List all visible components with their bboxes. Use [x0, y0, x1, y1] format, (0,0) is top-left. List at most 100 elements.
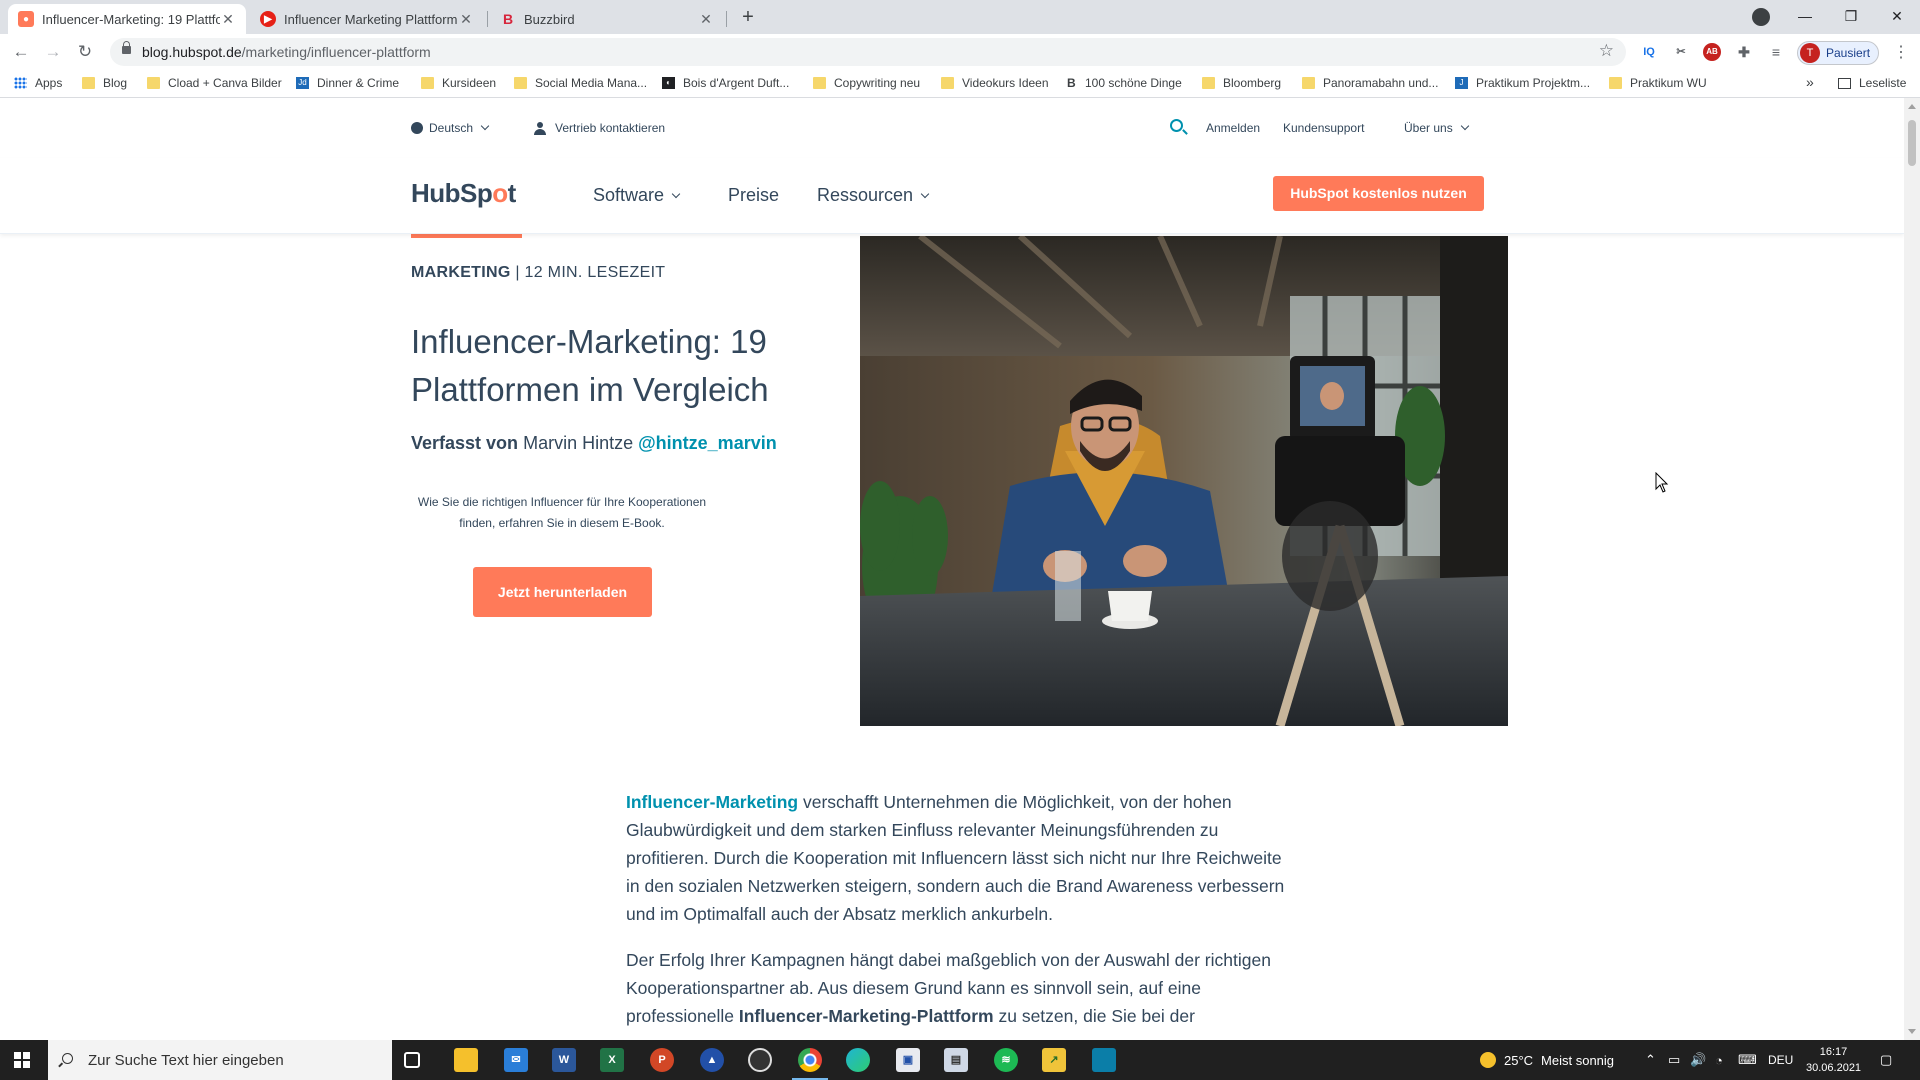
new-tab-button[interactable]: +: [736, 5, 760, 29]
weather-widget[interactable]: 25°C Meist sonnig: [1480, 1040, 1614, 1080]
bookmark-folder[interactable]: Videokurs Ideen: [941, 76, 1049, 90]
word-icon[interactable]: W: [552, 1048, 576, 1072]
web-page: Deutsch Vertrieb kontaktieren Anmelden K…: [0, 98, 1904, 1040]
byline-prefix: Verfasst von: [411, 433, 519, 453]
about-dropdown[interactable]: Über uns: [1404, 121, 1469, 135]
forward-arrow-icon[interactable]: →: [41, 40, 65, 64]
back-arrow-icon[interactable]: ←: [9, 40, 33, 64]
support-link[interactable]: Kundensupport: [1283, 121, 1364, 135]
media-control-icon[interactable]: ≡: [1767, 43, 1785, 61]
taskbar-search-input[interactable]: Zur Suche Text hier eingeben: [48, 1040, 392, 1080]
address-bar[interactable]: blog.hubspot.de/marketing/influencer-pla…: [110, 38, 1626, 66]
mouse-cursor-icon: [1655, 472, 1669, 493]
volume-icon[interactable]: 🔊: [1690, 1040, 1706, 1080]
restore-button[interactable]: ❐: [1828, 0, 1874, 34]
search-placeholder: Zur Suche Text hier eingeben: [88, 1051, 284, 1069]
file-explorer-icon[interactable]: [454, 1048, 478, 1072]
close-tab-icon[interactable]: ✕: [698, 11, 714, 28]
spotify-icon[interactable]: ≋: [994, 1048, 1018, 1072]
task-view-icon[interactable]: [404, 1052, 420, 1068]
apps-grid-icon: [14, 77, 27, 89]
folder-icon: [1609, 77, 1622, 89]
article-category[interactable]: MARKETING: [411, 264, 511, 281]
tab-search-icon[interactable]: [1752, 8, 1770, 26]
obs-icon[interactable]: [748, 1048, 772, 1072]
more-bookmarks-button[interactable]: »: [1806, 74, 1814, 90]
login-link[interactable]: Anmelden: [1206, 121, 1260, 135]
bookmark-link[interactable]: Jd Dinner & Crime: [296, 76, 399, 90]
minimize-button[interactable]: —: [1782, 0, 1828, 34]
tab-title: Influencer Marketing Plattform u: [284, 11, 458, 27]
folder-icon: [147, 77, 160, 89]
nav-software[interactable]: Software: [593, 185, 681, 206]
bookmark-folder[interactable]: Social Media Mana...: [514, 76, 647, 90]
nav-pricing[interactable]: Preise: [728, 185, 779, 206]
close-tab-icon[interactable]: ✕: [458, 11, 474, 28]
adblock-extension-icon[interactable]: AB: [1703, 43, 1721, 61]
browser-tab-active[interactable]: ● Influencer-Marketing: 19 Plattfor ✕: [8, 4, 246, 34]
bookmark-link[interactable]: B 100 schöne Dinge: [1067, 76, 1182, 90]
bookmark-apps[interactable]: Apps: [14, 76, 62, 90]
mail-icon[interactable]: ✉: [504, 1048, 528, 1072]
close-tab-icon[interactable]: ✕: [220, 11, 236, 28]
bookmark-link[interactable]: J Praktikum Projektm...: [1455, 76, 1590, 90]
browser-tab[interactable]: ▶ Influencer Marketing Plattform u ✕: [250, 4, 484, 34]
contact-sales-link[interactable]: Vertrieb kontaktieren: [534, 121, 665, 135]
bookmark-star-icon[interactable]: ☆: [1599, 41, 1614, 61]
tab-divider: [726, 11, 727, 27]
input-language[interactable]: DEU: [1768, 1040, 1793, 1080]
reload-icon[interactable]: ↻: [73, 40, 97, 64]
page-scrollbar[interactable]: [1904, 98, 1920, 1040]
scroll-up-arrow-icon[interactable]: [1908, 104, 1916, 109]
scrollbar-thumb[interactable]: [1908, 120, 1916, 166]
notifications-icon[interactable]: ▢: [1880, 1040, 1892, 1080]
nav-resources[interactable]: Ressourcen: [817, 185, 930, 206]
bookmark-folder[interactable]: Praktikum WU: [1609, 76, 1707, 90]
app-icon[interactable]: ▲: [700, 1048, 724, 1072]
bookmark-folder[interactable]: Cload + Canva Bilder: [147, 76, 282, 90]
download-ebook-button[interactable]: Jetzt herunterladen: [473, 567, 652, 617]
keyboard-icon[interactable]: ⌨: [1738, 1040, 1757, 1080]
tray-chevron-icon[interactable]: ⌃: [1645, 1040, 1656, 1080]
system-clock[interactable]: 16:17 30.06.2021: [1806, 1044, 1861, 1076]
language-selector[interactable]: Deutsch: [411, 121, 490, 135]
close-window-button[interactable]: ✕: [1874, 0, 1920, 34]
url-text[interactable]: blog.hubspot.de/marketing/influencer-pla…: [142, 44, 431, 60]
influencer-marketing-link[interactable]: Influencer-Marketing: [626, 792, 798, 812]
edge-icon[interactable]: [846, 1048, 870, 1072]
meet-now-icon[interactable]: ▭: [1668, 1040, 1680, 1080]
app-icon[interactable]: [1092, 1048, 1116, 1072]
notepad-icon[interactable]: ▤: [944, 1048, 968, 1072]
browser-menu-icon[interactable]: ⋮: [1893, 42, 1909, 62]
bookmark-folder[interactable]: Panoramabahn und...: [1302, 76, 1438, 90]
hubspot-logo[interactable]: HubSpot: [411, 178, 516, 209]
reading-list-button[interactable]: Leseliste: [1838, 76, 1906, 90]
network-icon[interactable]: ◔: [1715, 1040, 1723, 1080]
logo-text: HubSp: [411, 178, 493, 208]
free-trial-button[interactable]: HubSpot kostenlos nutzen: [1273, 176, 1484, 211]
profile-button[interactable]: T Pausiert: [1797, 41, 1879, 65]
buzzbird-favicon-icon: B: [502, 11, 514, 27]
bookmark-folder[interactable]: Copywriting neu: [813, 76, 920, 90]
bookmark-folder[interactable]: Blog: [82, 76, 127, 90]
bookmark-folder[interactable]: Bloomberg: [1202, 76, 1281, 90]
chrome-icon[interactable]: [792, 1048, 828, 1080]
search-icon: [62, 1053, 73, 1064]
search-icon[interactable]: [1170, 119, 1183, 132]
app-icon[interactable]: ▣: [896, 1048, 920, 1072]
author-twitter-link[interactable]: @hintze_marvin: [638, 433, 777, 453]
bookmark-folder[interactable]: Kursideen: [421, 76, 496, 90]
chart-app-icon[interactable]: ↗: [1042, 1048, 1066, 1072]
windows-start-icon[interactable]: [14, 1052, 30, 1068]
scroll-down-arrow-icon[interactable]: [1908, 1029, 1916, 1034]
bookmark-link[interactable]: ◐ Bois d'Argent Duft...: [662, 76, 789, 90]
excel-icon[interactable]: X: [600, 1048, 624, 1072]
puzzle-extensions-icon[interactable]: ✚: [1735, 43, 1753, 61]
iq-extension-icon[interactable]: IQ: [1640, 43, 1658, 61]
reading-list-label: Leseliste: [1859, 76, 1907, 90]
folder-icon: [941, 77, 954, 89]
bookmark-label: Social Media Mana...: [535, 76, 648, 90]
powerpoint-icon[interactable]: P: [650, 1048, 674, 1072]
extension-icon[interactable]: ✂: [1672, 43, 1690, 61]
browser-tab[interactable]: B Buzzbird ✕: [490, 4, 724, 34]
